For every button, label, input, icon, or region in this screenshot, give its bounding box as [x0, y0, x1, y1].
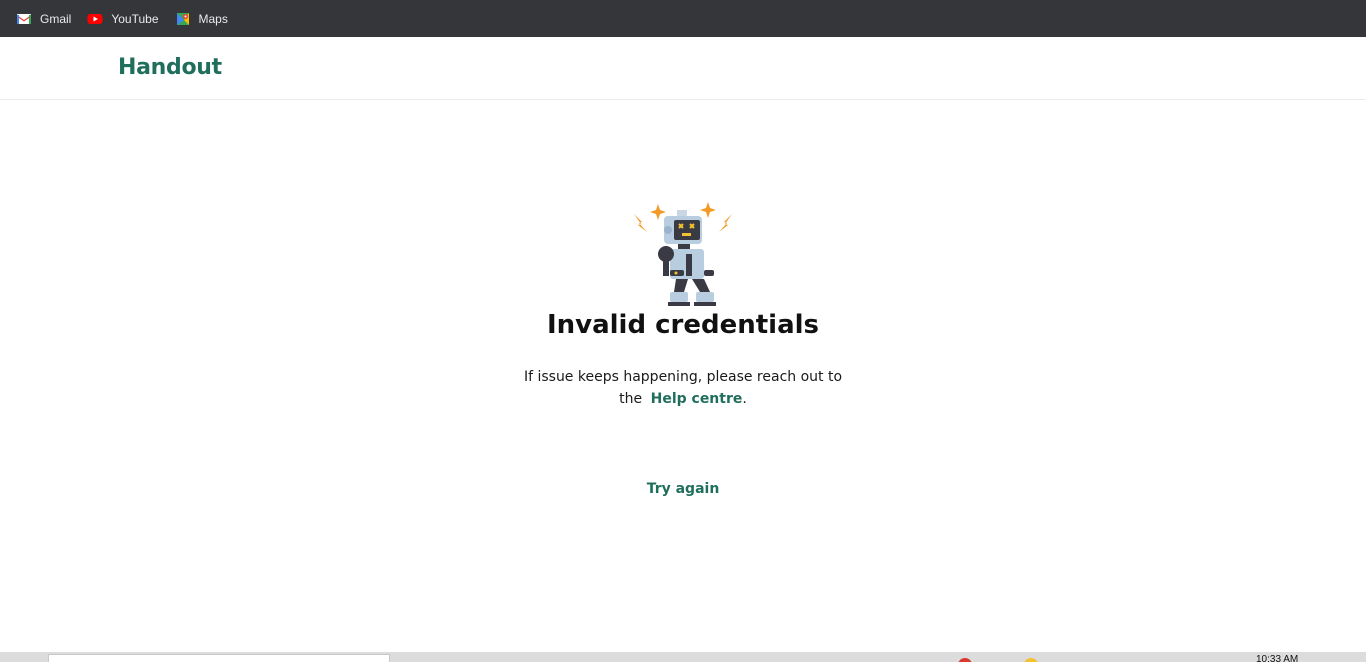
maps-icon — [176, 12, 189, 25]
try-again-button[interactable]: Try again — [647, 481, 720, 497]
bookmark-label: Maps — [198, 11, 228, 26]
gmail-icon — [17, 13, 31, 24]
error-title: Invalid credentials — [546, 310, 820, 340]
taskbar-clock: 10:33 AM — [1256, 654, 1299, 662]
help-centre-link[interactable]: Help centre — [651, 391, 743, 407]
message-period: . — [742, 391, 747, 407]
broken-robot-icon — [634, 202, 732, 306]
handout-logo[interactable]: Handout — [118, 55, 222, 80]
bookmark-label: YouTube — [111, 11, 159, 26]
youtube-icon — [87, 13, 103, 24]
error-message: If issue keeps happening, please reach o… — [523, 366, 843, 410]
taskbar-app-icon[interactable] — [1024, 658, 1038, 662]
bookmark-maps[interactable]: Maps — [173, 5, 236, 33]
bookmark-gmail[interactable]: Gmail — [14, 5, 79, 33]
try-again-container: Try again — [0, 480, 1366, 498]
bookmarks-bar: Gmail YouTube Maps — [0, 0, 1366, 37]
taskbar: 10:33 AM — [0, 652, 1366, 662]
taskbar-app-icon[interactable] — [958, 658, 972, 662]
bookmark-label: Gmail — [40, 11, 72, 26]
taskbar-search-box[interactable] — [48, 654, 390, 662]
bookmark-youtube[interactable]: YouTube — [85, 5, 166, 33]
app-header: Handout — [0, 37, 1366, 100]
error-panel: Invalid credentials If issue keeps happe… — [0, 100, 1366, 652]
